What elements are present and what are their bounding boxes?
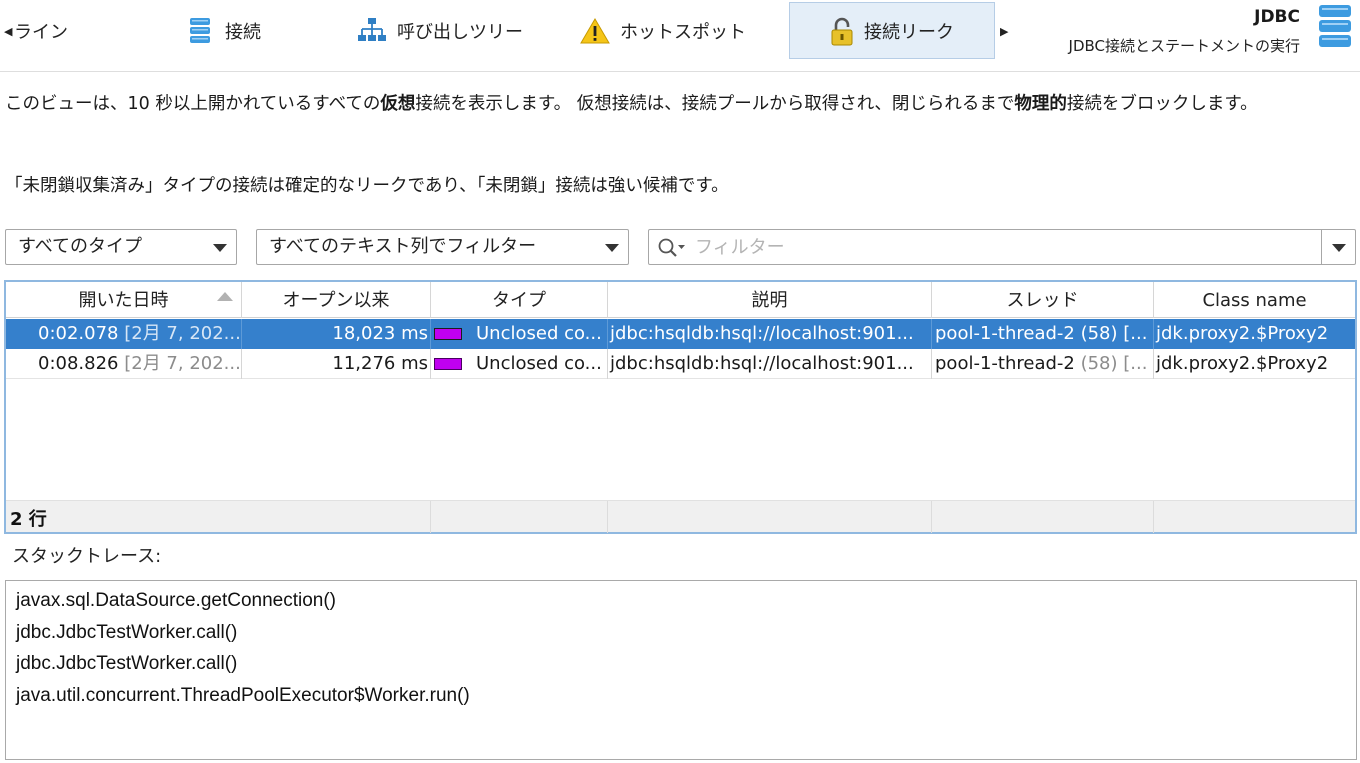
scroll-right-icon[interactable]: ▶ <box>1000 24 1010 40</box>
tab-hotspots-label: ホットスポット <box>620 21 746 43</box>
table-row[interactable]: 0:02.078 [2月 7, 202... 18,023 ms Unclose… <box>6 319 1355 349</box>
cell-since: 18,023 ms <box>242 319 431 349</box>
column-header-class-name[interactable]: Class name <box>1154 282 1355 318</box>
tab-line[interactable]: ライン <box>14 2 134 59</box>
cell-thread: pool-1-thread-2 (58) [... <box>932 349 1154 379</box>
connection-leaks-table: 開いた日時 オープン以来 タイプ 説明 スレッド Class name 0:02… <box>4 280 1357 534</box>
row-count: 2 行 <box>10 509 47 530</box>
tab-connections-label: 接続 <box>225 21 261 43</box>
column-header-opened[interactable]: 開いた日時 <box>6 282 242 318</box>
cell-class-name: jdk.proxy2.$Proxy2 <box>1156 323 1329 344</box>
table-header: 開いた日時 オープン以来 タイプ 説明 スレッド Class name <box>6 282 1355 318</box>
stack-frame[interactable]: java.util.concurrent.ThreadPoolExecutor$… <box>16 680 1356 712</box>
view-navigation-bar: ◀ ライン 接続 呼び出しツリー ホットスポット 接続リーク ▶ JDBC JD… <box>0 0 1360 72</box>
column-filter-value: すべてのテキスト列でフィルター <box>269 236 537 257</box>
tab-hotspots[interactable]: ホットスポット <box>580 2 780 59</box>
stack-trace-list: javax.sql.DataSource.getConnection() jdb… <box>5 580 1357 760</box>
filter-history-dropdown[interactable] <box>1321 230 1355 264</box>
type-filter-value: すべてのタイプ <box>18 236 143 257</box>
tab-call-tree-label: 呼び出しツリー <box>397 21 523 43</box>
cell-type: Unclosed co... <box>431 319 608 349</box>
cell-opened: 0:02.078 [2月 7, 202... <box>6 319 242 349</box>
scroll-left-icon[interactable]: ◀ <box>4 24 14 40</box>
cell-opened: 0:08.826 [2月 7, 202... <box>6 349 242 379</box>
type-color-swatch <box>434 358 462 370</box>
cell-type: Unclosed co... <box>431 349 608 379</box>
chevron-down-icon <box>1332 244 1346 252</box>
cell-class-name: jdk.proxy2.$Proxy2 <box>1156 353 1329 374</box>
tab-connection-leaks[interactable]: 接続リーク <box>789 2 995 59</box>
stack-trace-label: スタックトレース: <box>12 546 162 567</box>
cell-thread: pool-1-thread-2 (58) [... <box>932 319 1154 349</box>
database-icon <box>1318 4 1352 52</box>
stack-frame[interactable]: jdbc.JdbcTestWorker.call() <box>16 648 1356 680</box>
search-icon[interactable] <box>657 237 687 263</box>
view-note: 「未閉鎖収集済み」タイプの接続は確定的なリークであり、「未閉鎖」接続は強い候補で… <box>5 176 729 196</box>
view-subtitle: JDBC接続とステートメントの実行 <box>1068 37 1300 55</box>
filter-search-box <box>648 229 1356 265</box>
warning-icon <box>580 17 610 45</box>
view-description: このビューは、10 秒以上開かれているすべての仮想接続を表示します。 仮想接続は… <box>5 94 1258 114</box>
view-header: JDBC JDBC接続とステートメントの実行 <box>1069 6 1300 58</box>
call-tree-icon <box>357 17 387 45</box>
column-header-since[interactable]: オープン以来 <box>242 282 431 318</box>
database-icon <box>189 17 215 45</box>
type-filter-dropdown[interactable]: すべてのタイプ <box>5 229 237 265</box>
tab-line-label: ライン <box>14 21 68 43</box>
chevron-down-icon <box>605 244 619 252</box>
sort-ascending-icon <box>217 292 233 301</box>
column-header-description[interactable]: 説明 <box>608 282 932 318</box>
tab-connection-leaks-label: 接続リーク <box>864 21 954 43</box>
cell-description: jdbc:hsqldb:hsql://localhost:901... <box>608 349 932 379</box>
column-header-type[interactable]: タイプ <box>431 282 608 318</box>
stack-frame[interactable]: javax.sql.DataSource.getConnection() <box>16 585 1356 617</box>
table-footer: 2 行 <box>6 500 1355 533</box>
cell-description: jdbc:hsqldb:hsql://localhost:901... <box>608 319 932 349</box>
chevron-down-icon <box>213 244 227 252</box>
table-row[interactable]: 0:08.826 [2月 7, 202... 11,276 ms Unclose… <box>6 349 1355 379</box>
type-color-swatch <box>434 328 462 340</box>
emphasis-virtual: 仮想 <box>380 94 416 114</box>
stack-frame[interactable]: jdbc.JdbcTestWorker.call() <box>16 617 1356 649</box>
view-title: JDBC <box>1254 7 1300 27</box>
unlocked-icon <box>830 17 854 45</box>
cell-since: 11,276 ms <box>242 349 431 379</box>
column-filter-dropdown[interactable]: すべてのテキスト列でフィルター <box>256 229 629 265</box>
column-header-thread[interactable]: スレッド <box>932 282 1154 318</box>
emphasis-physical: 物理的 <box>1014 94 1067 114</box>
filter-search-input[interactable] <box>693 231 1313 263</box>
tab-call-tree[interactable]: 呼び出しツリー <box>357 2 567 59</box>
tab-connections[interactable]: 接続 <box>189 2 339 59</box>
